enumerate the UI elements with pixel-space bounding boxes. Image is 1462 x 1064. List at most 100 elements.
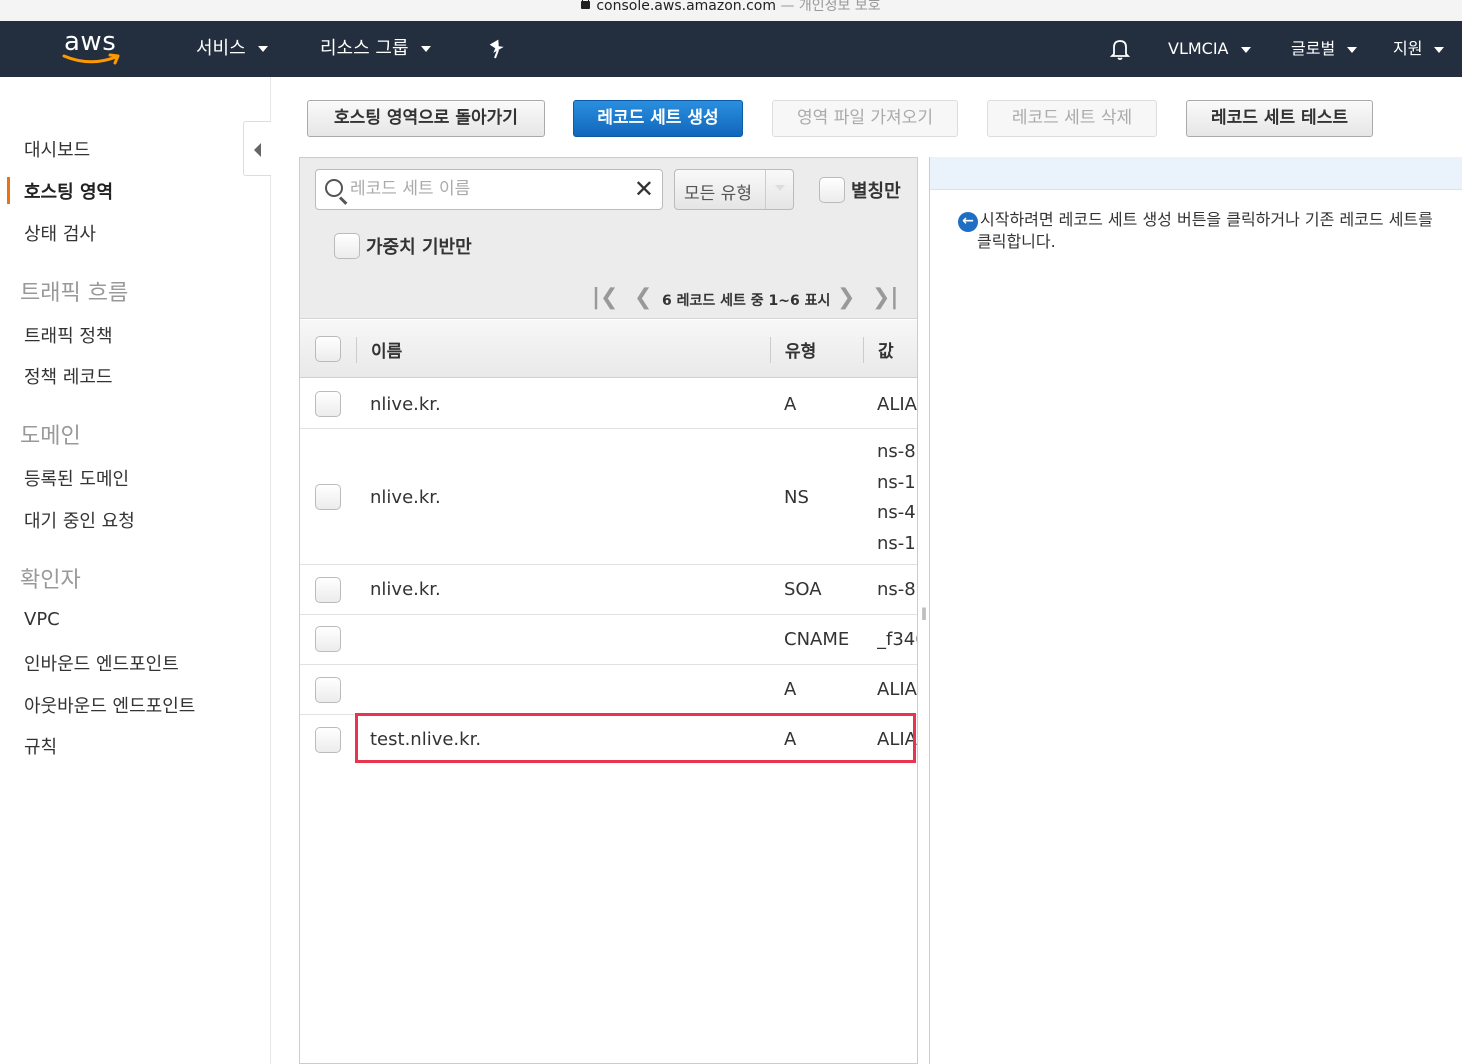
import-zone-file-button[interactable]: 영역 파일 가져오기 — [772, 100, 958, 137]
last-page-icon[interactable]: ❯| — [872, 286, 898, 310]
row-checkbox[interactable] — [315, 484, 341, 510]
record-name: test.nlive.kr. — [370, 729, 482, 750]
record-value: ns-48 — [877, 502, 917, 523]
sidebar-item-outbound-endpoints[interactable]: 아웃바운드 엔드포인트 — [24, 692, 195, 718]
record-value: ns-87 — [877, 441, 917, 462]
sidebar-item-rules[interactable]: 규칙 — [24, 733, 57, 759]
next-page-icon[interactable]: ❯ — [837, 286, 855, 310]
sidebar-item-registered-domains[interactable]: 등록된 도메인 — [24, 465, 129, 491]
column-divider — [863, 337, 864, 363]
chevron-down-icon — [257, 46, 268, 52]
chevron-down-icon — [420, 46, 431, 52]
create-record-set-button[interactable]: 레코드 세트 생성 — [573, 100, 743, 137]
row-checkbox[interactable] — [315, 391, 341, 417]
table-row[interactable]: nlive.kr. A ALIA — [300, 379, 917, 429]
first-page-icon[interactable]: |❮ — [592, 286, 618, 310]
table-row[interactable]: nlive.kr. NS ns-87 ns-16 ns-48 ns-13 — [300, 430, 917, 565]
support-label: 지원 — [1393, 39, 1423, 58]
record-sets-panel: ✕ 모든 유형 별칭만 가중치 기반만 |❮ ❮ 6 레코드 세트 중 1~6 … — [299, 157, 918, 1064]
record-value: ns-13 — [877, 533, 917, 554]
top-navigation: aws 서비스 리소스 그룹 VLMCIA 글로벌 지원 — [0, 21, 1462, 77]
account-label: VLMCIA — [1168, 39, 1229, 58]
record-type: CNAME — [784, 629, 850, 650]
test-record-set-button[interactable]: 레코드 세트 테스트 — [1186, 100, 1373, 137]
search-box: ✕ — [315, 169, 663, 210]
resource-groups-label: 리소스 그룹 — [320, 38, 409, 59]
pin-icon — [489, 39, 504, 59]
info-message-line1: 시작하려면 레코드 세트 생성 버튼을 클릭하거나 기존 레코드 세트를 — [980, 210, 1433, 229]
row-checkbox[interactable] — [315, 727, 341, 753]
table-header: 이름 유형 값 — [300, 320, 917, 378]
chevron-down-icon — [765, 170, 793, 209]
record-value: ALIA — [877, 679, 917, 700]
sidebar-item-traffic-policies[interactable]: 트래픽 정책 — [24, 322, 113, 348]
region-label: 글로벌 — [1291, 39, 1336, 58]
url-text: console.aws.amazon.com — [596, 0, 776, 14]
weighted-only-checkbox[interactable] — [334, 233, 360, 259]
column-header-name[interactable]: 이름 — [371, 337, 402, 362]
region-menu[interactable]: 글로벌 — [1291, 21, 1358, 77]
sidebar-item-inbound-endpoints[interactable]: 인바운드 엔드포인트 — [24, 650, 179, 676]
row-checkbox[interactable] — [315, 577, 341, 603]
row-checkbox[interactable] — [315, 626, 341, 652]
sidebar: 대시보드 호스팅 영역 상태 검사 트래픽 흐름 트래픽 정책 정책 레코드 도… — [0, 77, 271, 1064]
column-divider — [770, 337, 771, 363]
sidebar-item-policy-records[interactable]: 정책 레코드 — [24, 363, 113, 389]
details-header-bar — [930, 157, 1462, 190]
record-name: nlive.kr. — [370, 487, 441, 508]
notifications-button[interactable] — [1108, 21, 1132, 77]
sidebar-item-health-checks[interactable]: 상태 검사 — [24, 220, 96, 246]
record-value: ALIA — [877, 729, 917, 750]
record-type: A — [784, 679, 797, 700]
support-menu[interactable]: 지원 — [1393, 21, 1445, 77]
record-value: ns-87 — [877, 579, 917, 600]
back-to-hosted-zones-button[interactable]: 호스팅 영역으로 돌아가기 — [307, 100, 545, 137]
panel-resize-handle[interactable]: ‖ — [921, 606, 927, 620]
column-header-value[interactable]: 값 — [878, 337, 894, 362]
alias-only-checkbox[interactable] — [819, 177, 845, 203]
table-row[interactable]: nlive.kr. SOA ns-87 — [300, 566, 917, 615]
bell-icon — [1109, 40, 1131, 60]
record-type-select[interactable]: 모든 유형 — [674, 169, 794, 210]
pagination: |❮ ❮ 6 레코드 세트 중 1~6 표시 ❯ ❯| — [592, 286, 912, 310]
table-row[interactable]: test.nlive.kr. A ALIA — [300, 716, 917, 765]
record-value: _f346 — [877, 629, 917, 650]
table-row[interactable]: A ALIA — [300, 666, 917, 715]
aws-logo[interactable]: aws — [62, 27, 124, 71]
resource-groups-menu[interactable]: 리소스 그룹 — [320, 21, 431, 77]
search-input[interactable] — [350, 175, 620, 203]
close-icon[interactable]: ✕ — [634, 176, 654, 202]
sidebar-item-pending-requests[interactable]: 대기 중인 요청 — [24, 507, 135, 533]
sidebar-item-dashboard[interactable]: 대시보드 — [24, 136, 90, 162]
sidebar-heading-resolver: 확인자 — [20, 568, 81, 593]
services-menu[interactable]: 서비스 — [196, 21, 268, 77]
delete-record-set-button[interactable]: 레코드 세트 삭제 — [987, 100, 1157, 137]
search-icon — [325, 179, 343, 197]
pin-button[interactable] — [488, 21, 508, 77]
sidebar-heading-traffic-flow: 트래픽 흐름 — [20, 281, 129, 306]
services-label: 서비스 — [196, 38, 246, 59]
alias-only-label: 별칭만 — [851, 181, 901, 202]
arrow-left-icon: ← — [958, 212, 978, 232]
sidebar-item-vpc[interactable]: VPC — [24, 609, 60, 630]
account-menu[interactable]: VLMCIA — [1168, 21, 1251, 77]
sidebar-item-hosted-zones[interactable]: 호스팅 영역 — [24, 178, 113, 204]
chevron-down-icon — [1347, 46, 1358, 53]
lock-icon — [581, 0, 591, 9]
details-panel: ← 시작하려면 레코드 세트 생성 버튼을 클릭하거나 기존 레코드 세트를 클… — [929, 157, 1462, 1064]
chevron-down-icon — [1434, 46, 1445, 53]
privacy-note: — 개인정보 보호 — [780, 0, 881, 14]
select-all-checkbox[interactable] — [315, 336, 341, 362]
browser-url-bar[interactable]: console.aws.amazon.com — 개인정보 보호 — [0, 0, 1462, 21]
record-type: A — [784, 729, 797, 750]
record-name: nlive.kr. — [370, 579, 441, 600]
sidebar-collapse-button[interactable] — [243, 121, 271, 176]
chevron-left-icon — [254, 143, 261, 157]
chevron-down-icon — [1240, 46, 1251, 53]
sidebar-heading-domains: 도메인 — [20, 424, 81, 449]
column-header-type[interactable]: 유형 — [785, 337, 816, 362]
row-checkbox[interactable] — [315, 677, 341, 703]
previous-page-icon[interactable]: ❮ — [634, 286, 652, 310]
record-type: SOA — [784, 579, 822, 600]
table-row[interactable]: CNAME _f346 — [300, 616, 917, 665]
